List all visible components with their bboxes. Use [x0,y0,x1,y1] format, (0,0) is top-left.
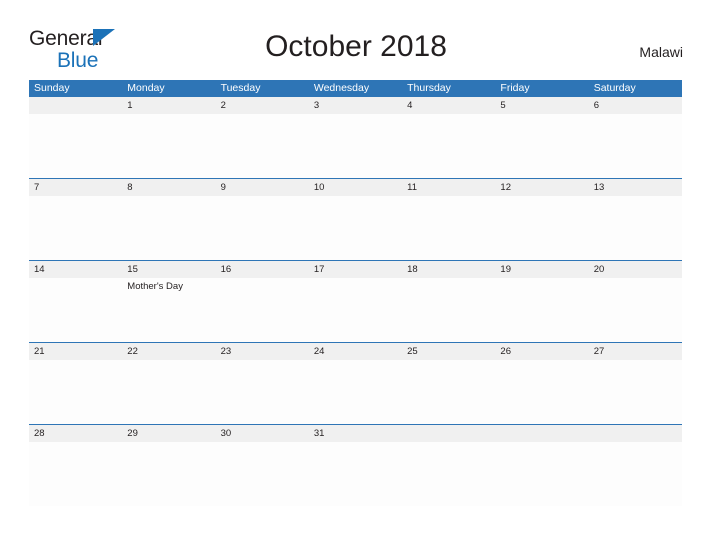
week-body: Mother's Day [29,278,682,342]
weekday-header-friday: Friday [500,82,530,94]
day-cell[interactable] [216,196,309,260]
weekday-header-tuesday: Tuesday [220,82,261,94]
week-body [29,360,682,424]
day-cell[interactable] [495,278,588,342]
day-number[interactable]: 19 [495,261,588,278]
day-cell[interactable] [309,442,402,506]
day-number-empty [589,425,682,442]
week-date-band: 123456 [29,97,682,114]
day-number[interactable]: 13 [589,179,682,196]
calendar-week-row: 28 29 30 31 [29,424,682,506]
day-number[interactable]: 7 [29,179,122,196]
day-cell[interactable] [495,114,588,178]
day-cell[interactable] [589,442,682,506]
day-cell[interactable] [122,360,215,424]
day-cell[interactable] [495,196,588,260]
day-cell[interactable] [589,196,682,260]
day-cell[interactable] [589,278,682,342]
calendar-week-row: 21 22 23 24 25 26 27 [29,342,682,424]
calendar-weeks: 1 2 3 4 5 6 7 8 9 10 11 12 13 14 15 16 17 18 19 20 Mother's … [29,97,682,506]
day-number[interactable]: 22 [122,343,215,360]
holiday-event: Mother's Day [127,281,183,292]
day-cell[interactable] [402,278,495,342]
day-cell[interactable] [29,114,122,178]
day-cell[interactable] [216,114,309,178]
weekday-header-monday: Monday [127,82,165,94]
day-cell[interactable] [589,114,682,178]
day-cell[interactable] [589,360,682,424]
calendar-week-row: 7 8 9 10 11 12 13 [29,178,682,260]
day-number[interactable]: 16 [216,261,309,278]
day-number[interactable]: 12 [495,179,588,196]
day-number[interactable]: 8 [122,179,215,196]
day-number[interactable]: 3 [309,97,402,114]
day-cell[interactable] [402,114,495,178]
day-number[interactable]: 10 [309,179,402,196]
weekday-header-wednesday: Wednesday [313,82,370,94]
week-body [29,114,682,178]
day-cell[interactable] [309,114,402,178]
week-body [29,442,682,506]
day-cell[interactable] [216,360,309,424]
page-title: October 2018 [265,30,447,63]
calendar-week-row: 14 15 16 17 18 19 20 Mother's Day [29,260,682,342]
day-cell[interactable] [402,442,495,506]
day-number[interactable]: 9 [216,179,309,196]
day-number[interactable]: 15 [122,261,215,278]
day-cell[interactable] [122,442,215,506]
day-cell[interactable]: Mother's Day [122,278,215,342]
day-number[interactable]: 5 [495,97,588,114]
day-cell[interactable] [29,278,122,342]
day-number[interactable]: 23 [216,343,309,360]
day-number[interactable]: 26 [495,343,588,360]
day-number-empty [29,97,122,114]
day-cell[interactable] [29,442,122,506]
week-date-band: 7 8 9 10 11 12 13 [29,179,682,196]
calendar-week-row: 123456 [29,97,682,178]
day-number[interactable]: 17 [309,261,402,278]
day-cell[interactable] [29,360,122,424]
week-date-band: 28 29 30 31 [29,425,682,442]
day-number[interactable]: 30 [216,425,309,442]
day-number-empty [402,425,495,442]
day-cell[interactable] [29,196,122,260]
calendar-weekday-header: Sunday Monday Tuesday Wednesday Thursday Frid… [29,80,682,97]
day-cell[interactable] [216,442,309,506]
week-body [29,196,682,260]
day-number[interactable]: 28 [29,425,122,442]
weekday-header-sunday: Sunday [34,82,70,94]
day-cell[interactable] [309,360,402,424]
week-date-band: 14 15 16 17 18 19 20 [29,261,682,278]
day-number[interactable]: 4 [402,97,495,114]
day-number[interactable]: 14 [29,261,122,278]
day-number[interactable]: 21 [29,343,122,360]
day-number[interactable]: 20 [589,261,682,278]
weekday-header-thursday: Thursday [407,82,451,94]
day-number-empty [495,425,588,442]
week-date-band: 21 22 23 24 25 26 27 [29,343,682,360]
day-number[interactable]: 25 [402,343,495,360]
day-cell[interactable] [122,114,215,178]
day-cell[interactable] [495,360,588,424]
day-number[interactable]: 24 [309,343,402,360]
day-cell[interactable] [122,196,215,260]
day-number[interactable]: 31 [309,425,402,442]
weekday-header-saturday: Saturday [593,82,636,94]
day-number[interactable]: 2 [216,97,309,114]
day-cell[interactable] [309,196,402,260]
region-label: Malawi [639,44,683,60]
day-number[interactable]: 11 [402,179,495,196]
day-number[interactable]: 1 [122,97,215,114]
day-cell[interactable] [495,442,588,506]
day-number[interactable]: 6 [589,97,682,114]
day-number[interactable]: 29 [122,425,215,442]
page-header: General Blue October 2018 Malawi [0,0,712,78]
day-cell[interactable] [309,278,402,342]
day-number[interactable]: 27 [589,343,682,360]
day-cell[interactable] [402,196,495,260]
day-cell[interactable] [402,360,495,424]
day-cell[interactable] [216,278,309,342]
calendar-grid: Sunday Monday Tuesday Wednesday Thursday Frid… [29,80,682,506]
day-number[interactable]: 18 [402,261,495,278]
